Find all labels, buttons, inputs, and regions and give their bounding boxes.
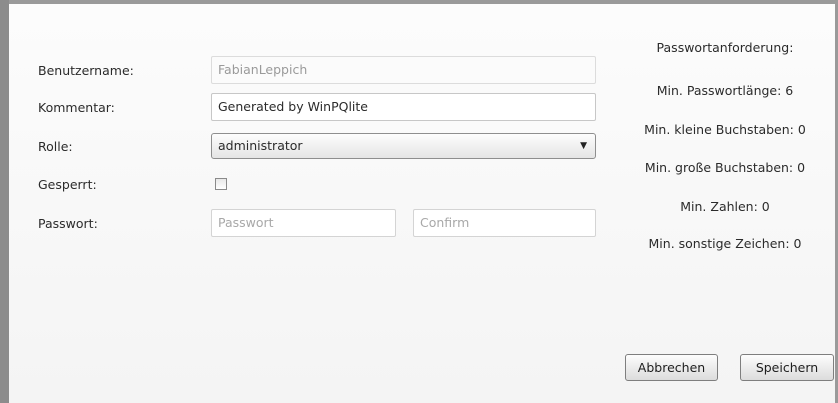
- cancel-button[interactable]: Abbrechen: [625, 354, 718, 381]
- requirement-min-uppercase: Min. große Buchstaben: 0: [644, 160, 806, 175]
- requirement-min-lowercase: Min. kleine Buchstaben: 0: [644, 122, 806, 137]
- username-label: Benutzername:: [38, 63, 134, 78]
- role-select-value: administrator: [218, 138, 303, 153]
- window-frame-left: [0, 0, 9, 403]
- dropdown-arrow-icon: ▼: [580, 141, 587, 151]
- role-select[interactable]: administrator ▼: [211, 133, 596, 159]
- comment-label: Kommentar:: [38, 100, 115, 115]
- user-dialog: Benutzername: Kommentar: Rolle: Gesperrt…: [9, 4, 835, 403]
- confirm-password-input[interactable]: Confirm: [413, 209, 596, 237]
- role-label: Rolle:: [38, 139, 73, 154]
- locked-label: Gesperrt:: [38, 177, 97, 192]
- requirement-min-other: Min. sonstige Zeichen: 0: [648, 236, 802, 251]
- save-button[interactable]: Speichern: [740, 354, 834, 381]
- comment-field[interactable]: Generated by WinPQlite: [211, 93, 596, 121]
- requirements-title: Passwortanforderung:: [656, 40, 794, 55]
- locked-checkbox[interactable]: [215, 178, 227, 190]
- username-field[interactable]: FabianLeppich: [211, 56, 596, 84]
- requirement-min-digits: Min. Zahlen: 0: [680, 199, 770, 214]
- requirement-min-length: Min. Passwortlänge: 6: [656, 83, 794, 98]
- password-label: Passwort:: [38, 216, 98, 231]
- password-input[interactable]: Passwort: [211, 209, 396, 237]
